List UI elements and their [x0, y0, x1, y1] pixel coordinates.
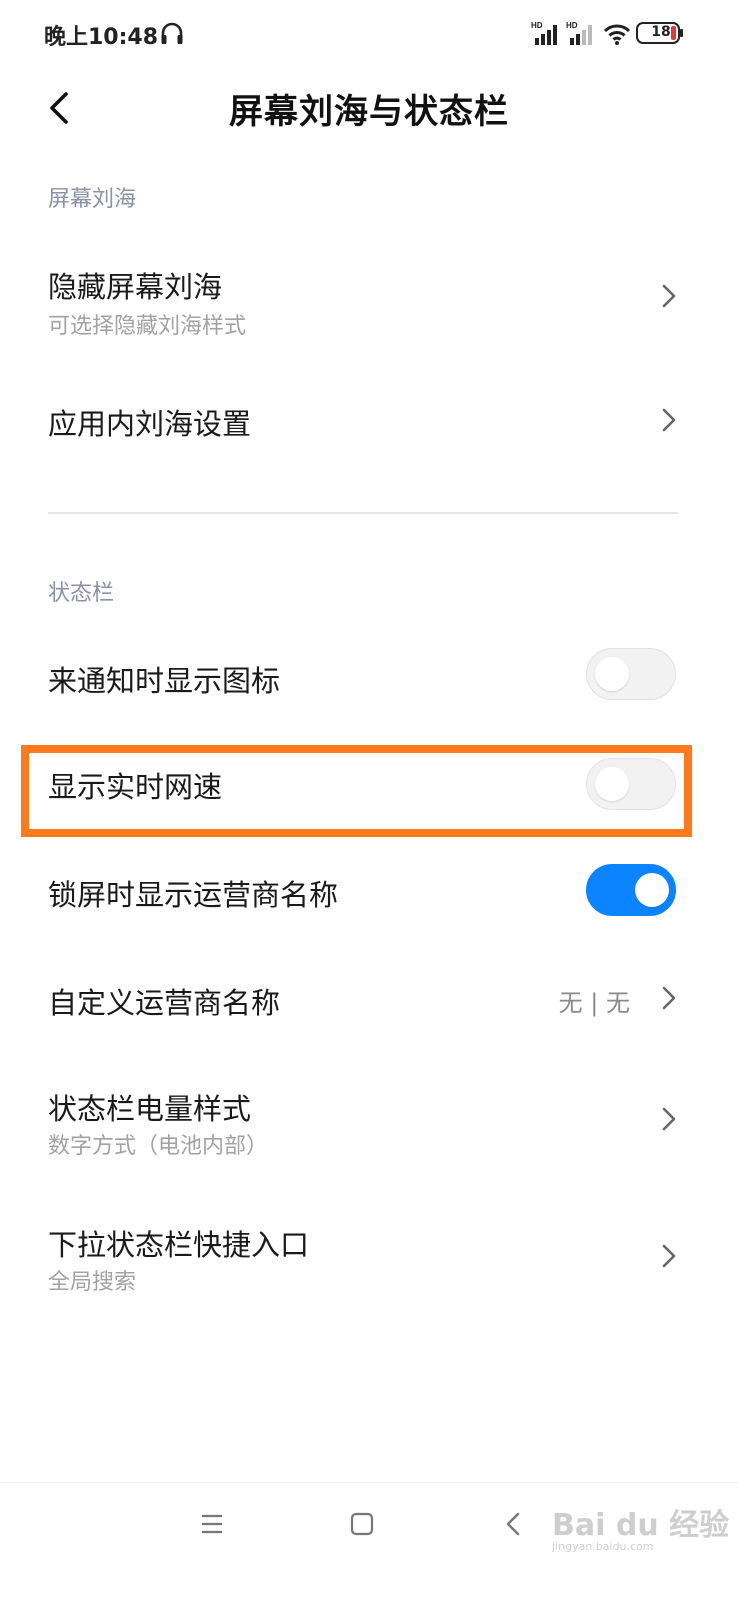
section-label-status-bar: 状态栏 [48, 581, 115, 606]
row-title: 来通知时显示图标 [48, 664, 281, 698]
menu-icon[interactable] [200, 1512, 224, 1536]
headphone-icon [161, 22, 183, 44]
row-hide-notch[interactable]: 隐藏屏幕刘海 可选择隐藏刘海样式 [0, 240, 738, 350]
back-icon[interactable] [505, 1510, 521, 1538]
row-custom-carrier[interactable]: 自定义运营商名称 无 | 无 [0, 958, 738, 1038]
row-subtitle: 可选择隐藏刘海样式 [48, 314, 247, 339]
row-battery-style[interactable]: 状态栏电量样式 数字方式（电池内部） [0, 1064, 738, 1174]
chevron-right-icon [662, 408, 676, 432]
section-label-notch: 屏幕刘海 [48, 187, 137, 212]
chevron-right-icon [662, 1107, 676, 1131]
toggle-knob [595, 657, 629, 691]
row-carrier-lock[interactable]: 锁屏时显示运营商名称 [0, 850, 738, 930]
notify-icons-toggle[interactable] [586, 648, 676, 700]
carrier-lock-toggle[interactable] [586, 864, 676, 916]
row-title: 锁屏时显示运营商名称 [48, 878, 339, 912]
signal-hd-label: HD [531, 21, 543, 30]
nav-divider [0, 1482, 738, 1483]
row-notify-icons[interactable]: 来通知时显示图标 [0, 638, 738, 718]
chevron-right-icon [662, 1244, 676, 1268]
section-divider [48, 512, 678, 514]
row-title: 隐藏屏幕刘海 [48, 270, 223, 304]
page-title: 屏幕刘海与状态栏 [229, 92, 509, 132]
toggle-knob [635, 873, 669, 907]
signal-hd-label: HD [566, 21, 578, 30]
row-title: 自定义运营商名称 [48, 986, 281, 1020]
watermark-text: Bai du 经验 [552, 1508, 730, 1543]
watermark: Bai du 经验 jingyan.baidu.com [552, 1500, 729, 1553]
status-time: 晚上10:48 [44, 25, 159, 50]
row-subtitle: 全局搜索 [48, 1270, 137, 1295]
wifi-icon [603, 24, 631, 45]
status-bar: 晚上10:48 HD HD 18 [0, 0, 738, 70]
row-subtitle: 数字方式（电池内部） [48, 1134, 269, 1159]
chevron-right-icon [662, 986, 676, 1010]
row-title: 下拉状态栏快捷入口 [48, 1228, 310, 1262]
highlight-box [21, 745, 692, 837]
battery-level: 18 [651, 24, 671, 40]
row-in-app-notch[interactable]: 应用内刘海设置 [0, 380, 738, 460]
signal-icon: HD [531, 21, 557, 45]
row-value: 无 | 无 [558, 989, 630, 1017]
chevron-right-icon [662, 284, 676, 308]
row-title: 状态栏电量样式 [48, 1092, 252, 1126]
signal-icon: HD [566, 21, 592, 45]
home-icon[interactable] [350, 1512, 374, 1536]
row-pulldown-shortcut[interactable]: 下拉状态栏快捷入口 全局搜索 [0, 1200, 738, 1310]
row-title: 应用内刘海设置 [48, 407, 252, 441]
